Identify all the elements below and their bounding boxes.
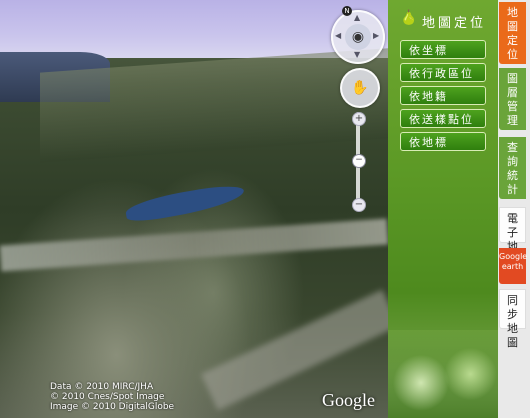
hand-icon: ✋	[351, 80, 369, 96]
earth-map-view[interactable]: Data © 2010 MIRC/JHA © 2010 Cnes/Spot Im…	[0, 0, 388, 418]
arrow-up-icon[interactable]: ▲	[354, 13, 360, 22]
tab-layer-management[interactable]: 圖層管理	[499, 68, 526, 130]
google-logo: Google	[322, 390, 375, 410]
tab-label: 地圖定位	[507, 6, 518, 61]
arrow-left-icon[interactable]: ◀	[335, 31, 341, 40]
tab-label: Google earth	[499, 252, 528, 271]
tab-google-earth[interactable]: Google earth	[499, 248, 528, 284]
sky	[0, 0, 388, 58]
panel-decoration	[388, 330, 498, 418]
attribution-line: Data © 2010 MIRC/JHA	[50, 382, 154, 392]
tab-label: 同步地圖	[507, 294, 518, 349]
zoom-out-button[interactable]: −	[352, 198, 366, 212]
move-control[interactable]: ✋	[340, 68, 380, 108]
eye-icon: ◉	[345, 24, 371, 50]
tab-label: 查詢統計	[507, 141, 518, 196]
compass-control[interactable]: ◉ ▲ ▼ ◀ ▶	[331, 10, 385, 64]
lake	[124, 181, 246, 225]
locate-by-coordinate-button[interactable]: 依坐標	[400, 40, 486, 59]
attribution-line: Image © 2010 DigitalGlobe	[50, 402, 175, 412]
leaf-icon: 🍐	[400, 10, 421, 26]
compass-north[interactable]: N	[342, 6, 352, 16]
panel-header: 🍐 地圖定位	[400, 10, 492, 32]
locate-by-cadastre-button[interactable]: 依地籍	[400, 86, 486, 105]
tab-electronic-map[interactable]: 電子地圖	[499, 207, 526, 267]
tab-map-location[interactable]: 地圖定位	[499, 2, 526, 64]
locate-by-district-button[interactable]: 依行政區位	[400, 63, 486, 82]
arrow-right-icon[interactable]: ▶	[373, 31, 379, 40]
tab-label: 圖層管理	[507, 72, 518, 127]
panel-title: 地圖定位	[422, 16, 487, 31]
tab-sync-map[interactable]: 同步地圖	[499, 289, 526, 349]
tab-query-statistics[interactable]: 查詢統計	[499, 137, 526, 199]
locate-by-landmark-button[interactable]: 依地標	[400, 132, 486, 151]
arrow-down-icon[interactable]: ▼	[354, 50, 360, 59]
attribution-line: © 2010 Cnes/Spot Image	[50, 392, 165, 402]
zoom-handle[interactable]: −	[352, 154, 366, 168]
zoom-in-button[interactable]: +	[352, 112, 366, 126]
locate-by-sample-point-button[interactable]: 依送樣點位	[400, 109, 486, 128]
river	[0, 218, 388, 272]
map-attribution: Data © 2010 MIRC/JHA © 2010 Cnes/Spot Im…	[50, 382, 174, 412]
